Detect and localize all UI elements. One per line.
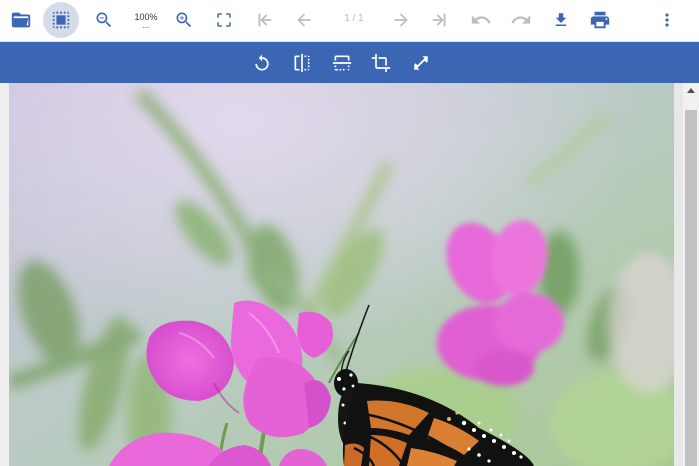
zoom-out-button[interactable] xyxy=(86,2,122,38)
flip-horizontal-icon xyxy=(294,53,310,73)
image-viewer[interactable] xyxy=(0,83,699,466)
flip-vertical-icon xyxy=(332,55,352,71)
next-page-button[interactable] xyxy=(383,2,419,38)
caret-up-icon xyxy=(687,88,695,93)
zoom-level-dropdown[interactable]: 100% ... xyxy=(126,12,166,30)
folder-open-icon xyxy=(11,12,31,28)
print-button[interactable] xyxy=(582,2,618,38)
vertical-scrollbar[interactable] xyxy=(683,83,699,466)
download-icon xyxy=(555,13,567,26)
download-button[interactable] xyxy=(543,2,579,38)
fit-to-screen-button[interactable] xyxy=(206,2,242,38)
scroll-thumb[interactable] xyxy=(685,110,697,466)
resize-button[interactable] xyxy=(408,50,434,76)
open-file-button[interactable] xyxy=(3,2,39,38)
print-icon xyxy=(590,11,610,29)
redo-button[interactable] xyxy=(503,2,539,38)
scroll-up-button[interactable] xyxy=(683,83,699,97)
page-indicator: 1 / 1 xyxy=(344,13,364,24)
butterfly-flower-image xyxy=(9,83,674,466)
last-page-button[interactable] xyxy=(422,2,458,38)
undo-icon xyxy=(471,15,491,24)
viewer-gutter xyxy=(0,83,9,466)
more-options-button[interactable] xyxy=(649,2,685,38)
more-vert-icon xyxy=(665,13,669,27)
rotate-icon xyxy=(255,54,269,71)
zoom-level-menu-dots: ... xyxy=(142,21,150,30)
fit-screen-icon xyxy=(217,13,231,27)
crop-icon xyxy=(371,53,391,73)
zoom-in-icon xyxy=(176,12,192,28)
last-page-icon xyxy=(432,13,446,27)
main-toolbar: 100% ... 1 / 1 xyxy=(0,0,699,42)
image-tools-bar xyxy=(0,42,699,83)
undo-button[interactable] xyxy=(463,2,499,38)
next-page-icon xyxy=(394,13,408,27)
first-page-button[interactable] xyxy=(246,2,282,38)
previous-page-button[interactable] xyxy=(286,2,322,38)
crop-button[interactable] xyxy=(368,50,394,76)
rotate-button[interactable] xyxy=(249,50,275,76)
flip-horizontal-button[interactable] xyxy=(289,50,315,76)
redo-icon xyxy=(511,15,531,24)
select-tool-button[interactable] xyxy=(43,2,79,38)
zoom-in-button[interactable] xyxy=(166,2,202,38)
selection-icon xyxy=(52,11,70,29)
first-page-icon xyxy=(258,13,272,27)
previous-page-icon xyxy=(297,13,311,27)
butterfly-photo[interactable] xyxy=(9,83,674,466)
flip-vertical-button[interactable] xyxy=(329,50,355,76)
resize-icon xyxy=(414,56,428,70)
zoom-out-icon xyxy=(96,12,112,28)
